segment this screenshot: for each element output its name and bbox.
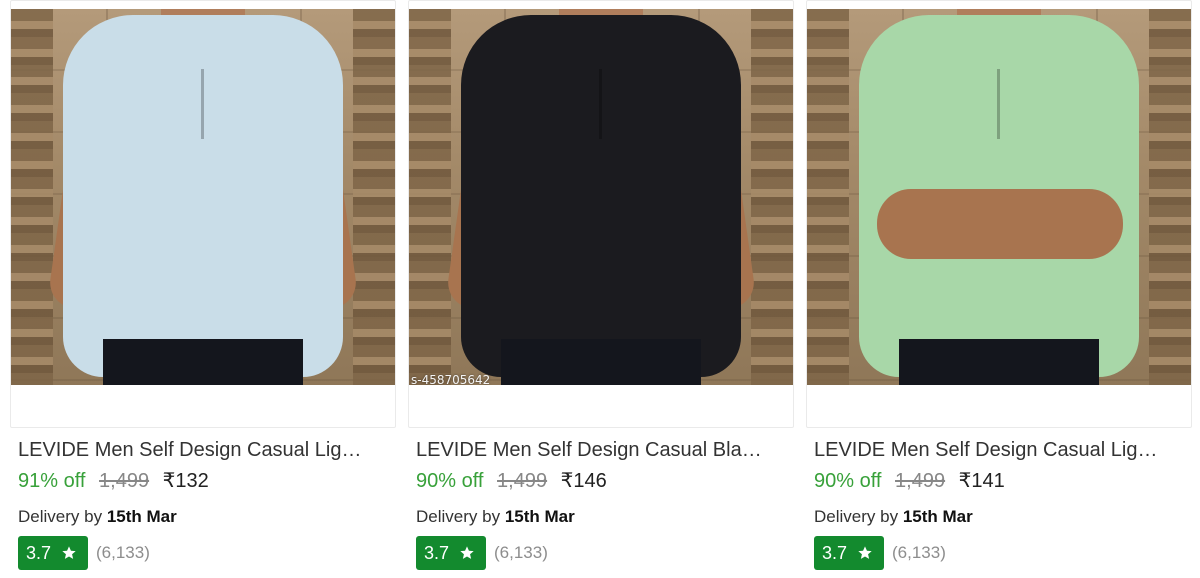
product-title[interactable]: LEVIDE Men Self Design Casual Lig…	[814, 438, 1186, 462]
star-icon	[62, 546, 76, 559]
original-price: 1,499	[895, 470, 946, 492]
rating-value: 3.7	[26, 542, 52, 563]
price-row: 90% off 1,499 ₹141	[814, 469, 1005, 493]
rating-row: 3.7 (6,133)	[814, 536, 946, 570]
delivery-date: 15th Mar	[106, 507, 177, 526]
delivery-prefix: Delivery by	[416, 507, 501, 526]
product-image[interactable]	[11, 9, 395, 385]
discount-label: 91% off	[18, 470, 86, 492]
price-row: 91% off 1,499 ₹132	[18, 469, 209, 493]
rating-value: 3.7	[424, 542, 450, 563]
original-price: 1,499	[497, 470, 548, 492]
rating-count: (6,133)	[892, 543, 946, 562]
delivery-info: Delivery by 15th Mar	[416, 506, 575, 528]
product-image[interactable]	[807, 9, 1191, 385]
delivery-info: Delivery by 15th Mar	[18, 506, 177, 528]
product-title[interactable]: LEVIDE Men Self Design Casual Lig…	[18, 438, 390, 462]
product-card[interactable]: LEVIDE Men Self Design Casual Lig… 91% o…	[10, 0, 396, 578]
delivery-date: 15th Mar	[902, 507, 973, 526]
selling-price: ₹132	[162, 470, 209, 492]
rating-badge: 3.7	[18, 536, 88, 570]
product-card[interactable]: s-458705642 LEVIDE Men Self Design Casua…	[408, 0, 794, 578]
rating-count: (6,133)	[96, 543, 150, 562]
original-price: 1,499	[99, 470, 150, 492]
rating-value: 3.7	[822, 542, 848, 563]
discount-label: 90% off	[416, 470, 484, 492]
selling-price: ₹146	[560, 470, 607, 492]
product-image-frame[interactable]	[10, 0, 396, 428]
delivery-date: 15th Mar	[504, 507, 575, 526]
rating-badge: 3.7	[814, 536, 884, 570]
rating-badge: 3.7	[416, 536, 486, 570]
product-grid: LEVIDE Men Self Design Casual Lig… 91% o…	[0, 0, 1200, 578]
rating-row: 3.7 (6,133)	[416, 536, 548, 570]
delivery-prefix: Delivery by	[18, 507, 103, 526]
product-image-frame[interactable]	[806, 0, 1192, 428]
product-title[interactable]: LEVIDE Men Self Design Casual Bla…	[416, 438, 788, 462]
star-icon	[858, 546, 872, 559]
rating-row: 3.7 (6,133)	[18, 536, 150, 570]
discount-label: 90% off	[814, 470, 882, 492]
delivery-prefix: Delivery by	[814, 507, 899, 526]
price-row: 90% off 1,499 ₹146	[416, 469, 607, 493]
product-image[interactable]: s-458705642	[409, 9, 793, 385]
product-image-frame[interactable]: s-458705642	[408, 0, 794, 428]
rating-count: (6,133)	[494, 543, 548, 562]
image-id-label: s-458705642	[411, 373, 491, 385]
product-card[interactable]: LEVIDE Men Self Design Casual Lig… 90% o…	[806, 0, 1192, 578]
delivery-info: Delivery by 15th Mar	[814, 506, 973, 528]
selling-price: ₹141	[958, 470, 1005, 492]
star-icon	[460, 546, 474, 559]
